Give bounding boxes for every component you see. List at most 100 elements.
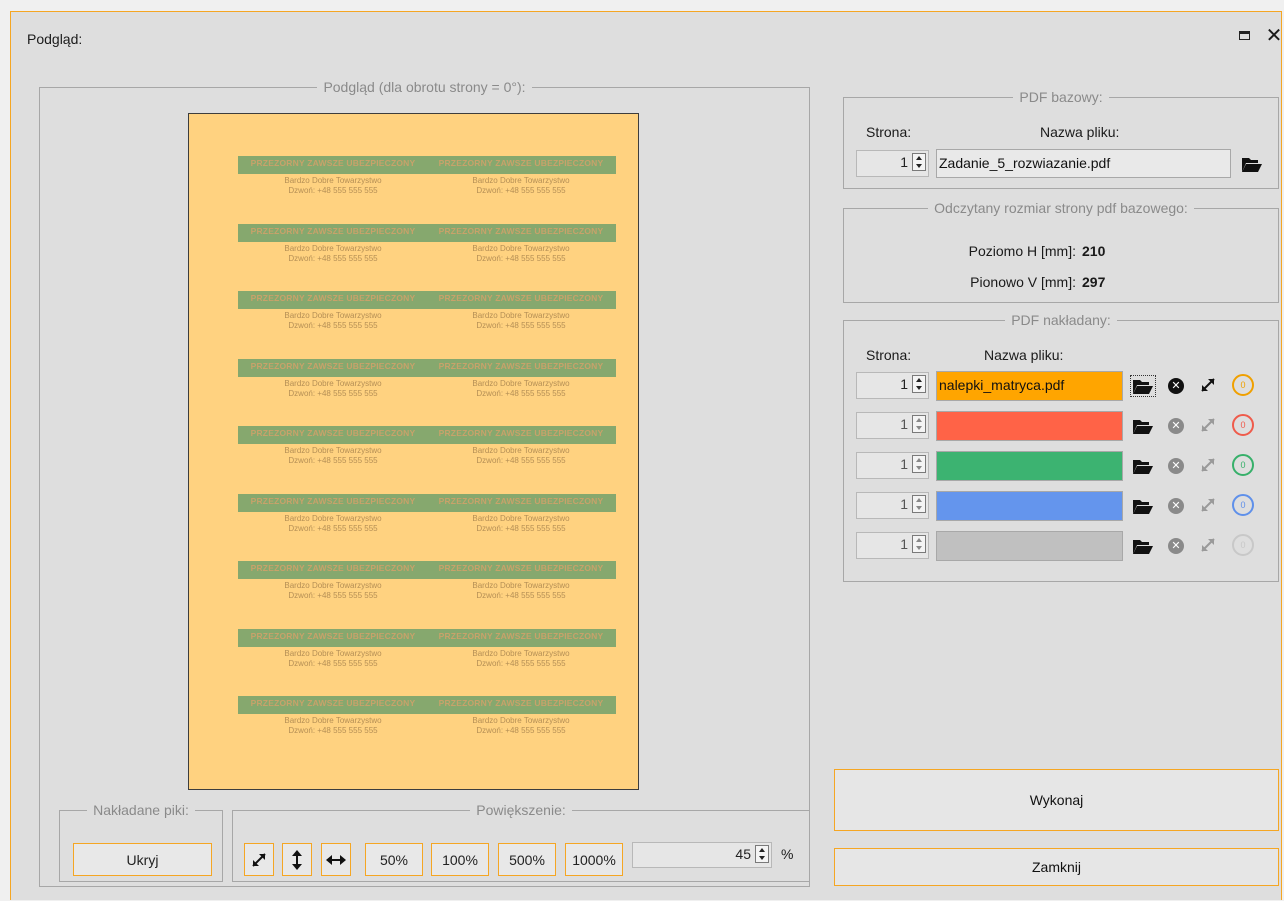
expand-icon[interactable] (1198, 455, 1218, 475)
label-phone: Dzwoń: +48 555 555 555 (476, 726, 566, 735)
fit-width-button[interactable] (321, 843, 351, 876)
zoom-group: Powiększenie: 50% 100% 500% 1000% 45 % (232, 802, 810, 882)
open-folder-icon[interactable] (1132, 497, 1154, 515)
overlay-page-spinner-arrows[interactable] (912, 455, 926, 473)
expand-icon[interactable] (1198, 535, 1218, 555)
overlay-page-spinbox[interactable]: 1 (856, 452, 929, 479)
overlay-page-spinner-arrows[interactable] (912, 495, 926, 513)
zoom-500-button[interactable]: 500% (498, 843, 556, 876)
overlay-page-spinner-arrows[interactable] (912, 535, 926, 553)
marks-count-badge[interactable]: 0 (1232, 414, 1254, 436)
remove-file-icon[interactable]: ✕ (1168, 538, 1184, 554)
label-company: Bardzo Dobre Towarzystwo (284, 648, 382, 658)
preview-page[interactable]: PRZEZORNY ZAWSZE UBEZPIECZONY PRZEZORNY Z… (188, 113, 639, 790)
overlay-file-field[interactable] (936, 451, 1123, 481)
label-title: PRZEZORNY ZAWSZE UBEZPIECZONY (438, 698, 604, 708)
label-company: Bardzo Dobre Towarzystwo (472, 513, 570, 523)
remove-file-icon[interactable]: ✕ (1168, 378, 1184, 394)
overlay-file-field[interactable] (936, 491, 1123, 521)
open-folder-icon[interactable] (1132, 417, 1154, 435)
remove-file-icon[interactable]: ✕ (1168, 418, 1184, 434)
open-folder-icon[interactable] (1130, 375, 1156, 397)
close-icon[interactable]: ✕ (1263, 26, 1284, 48)
zoom-value: 45 (735, 846, 751, 862)
overlay-page-spinner-arrows[interactable] (912, 375, 926, 393)
zoom-100-button[interactable]: 100% (431, 843, 489, 876)
marks-count-badge[interactable]: 0 (1232, 374, 1254, 396)
hide-button[interactable]: Ukryj (73, 843, 212, 876)
label-phone: Dzwoń: +48 555 555 555 (476, 186, 566, 195)
overlay-page-spinbox[interactable]: 1 (856, 532, 929, 559)
open-folder-icon[interactable] (1132, 537, 1154, 555)
remove-file-icon[interactable]: ✕ (1168, 498, 1184, 514)
fit-page-button[interactable] (244, 843, 274, 876)
label-company: Bardzo Dobre Towarzystwo (472, 581, 570, 590)
label-band: PRZEZORNY ZAWSZE UBEZPIECZONY PRZEZORNY Z… (238, 628, 616, 647)
overlay-page-spinner-arrows[interactable] (912, 415, 926, 433)
base-name-label: Nazwa pliku: (1040, 124, 1120, 140)
label-details: Bardzo Dobre Towarzystwo Bardzo Dobre Tow… (238, 446, 616, 468)
expand-icon (252, 852, 266, 867)
close-button[interactable]: Zamknij (834, 848, 1279, 886)
zoom-spinner-arrows[interactable] (755, 845, 769, 863)
zoom-spinbox[interactable]: 45 (632, 842, 772, 868)
base-page-label: Strona: (866, 124, 912, 140)
overlay-file-field[interactable] (936, 411, 1123, 441)
preview-dialog: Podgląd: ✕ Podgląd (dla obrotu strony = … (10, 11, 1282, 900)
overlay-file-field[interactable] (936, 531, 1123, 561)
base-file-field[interactable]: Zadanie_5_rozwiazanie.pdf (936, 149, 1231, 178)
overlay-name-label: Nazwa pliku: (984, 347, 1064, 363)
label-phone: Dzwoń: +48 555 555 555 (476, 658, 566, 668)
open-folder-icon[interactable] (1241, 155, 1263, 173)
label-details: Bardzo Dobre Towarzystwo Bardzo Dobre Tow… (238, 311, 616, 333)
expand-icon[interactable] (1198, 415, 1218, 435)
label-band: PRZEZORNY ZAWSZE UBEZPIECZONY PRZEZORNY Z… (238, 561, 616, 579)
base-page-spinner-arrows[interactable] (912, 153, 926, 171)
label-phone: Dzwoń: +48 555 555 555 (288, 591, 378, 600)
overlay-page-value: 1 (900, 496, 908, 512)
marks-count-badge[interactable]: 0 (1232, 534, 1254, 556)
label-phone: Dzwoń: +48 555 555 555 (288, 456, 378, 465)
remove-file-icon[interactable]: ✕ (1168, 458, 1184, 474)
label-phone: Dzwoń: +48 555 555 555 (288, 523, 378, 533)
execute-button[interactable]: Wykonaj (834, 769, 1279, 831)
label-details: Bardzo Dobre Towarzystwo Bardzo Dobre Tow… (238, 244, 616, 266)
overlay-page-value: 1 (900, 376, 908, 392)
label-details: Bardzo Dobre Towarzystwo Bardzo Dobre Tow… (238, 176, 616, 198)
label-band: PRZEZORNY ZAWSZE UBEZPIECZONY PRZEZORNY Z… (238, 156, 616, 174)
zoom-50-button[interactable]: 50% (365, 843, 423, 876)
label-company: Bardzo Dobre Towarzystwo (284, 243, 382, 253)
fit-height-button[interactable] (282, 843, 312, 876)
label-title: PRZEZORNY ZAWSZE UBEZPIECZONY (438, 495, 604, 506)
expand-icon[interactable] (1198, 375, 1218, 395)
overlay-pdf-legend: PDF nakładany: (1011, 312, 1111, 328)
label-title: PRZEZORNY ZAWSZE UBEZPIECZONY (438, 293, 604, 303)
label-phone: Dzwoń: +48 555 555 555 (476, 321, 566, 330)
label-title: PRZEZORNY ZAWSZE UBEZPIECZONY (438, 428, 604, 438)
label-title: PRZEZORNY ZAWSZE UBEZPIECZONY (250, 360, 416, 371)
label-details: Bardzo Dobre Towarzystwo Bardzo Dobre Tow… (238, 514, 616, 536)
label-company: Bardzo Dobre Towarzystwo (284, 176, 382, 185)
overlay-file-field[interactable]: nalepki_matryca.pdf (936, 371, 1123, 401)
label-title: PRZEZORNY ZAWSZE UBEZPIECZONY (250, 698, 416, 708)
maximize-icon[interactable] (1235, 26, 1257, 48)
overlay-page-spinbox[interactable]: 1 (856, 372, 929, 399)
marks-count-badge[interactable]: 0 (1232, 454, 1254, 476)
label-phone: Dzwoń: +48 555 555 555 (288, 388, 378, 398)
overlay-marks-group: Nakładane piki: Ukryj (59, 802, 223, 882)
label-company: Bardzo Dobre Towarzystwo (472, 176, 570, 185)
overlay-page-spinbox[interactable]: 1 (856, 492, 929, 519)
marks-count-badge[interactable]: 0 (1232, 494, 1254, 516)
open-folder-icon[interactable] (1132, 457, 1154, 475)
label-title: PRZEZORNY ZAWSZE UBEZPIECZONY (250, 225, 416, 236)
label-title: PRZEZORNY ZAWSZE UBEZPIECZONY (250, 428, 416, 438)
label-title: PRZEZORNY ZAWSZE UBEZPIECZONY (438, 225, 604, 236)
label-band: PRZEZORNY ZAWSZE UBEZPIECZONY PRZEZORNY Z… (238, 358, 616, 377)
label-band: PRZEZORNY ZAWSZE UBEZPIECZONY PRZEZORNY Z… (238, 291, 616, 309)
zoom-1000-button[interactable]: 1000% (565, 843, 623, 876)
overlay-page-spinbox[interactable]: 1 (856, 412, 929, 439)
label-title: PRZEZORNY ZAWSZE UBEZPIECZONY (250, 630, 416, 641)
base-page-spinbox[interactable]: 1 (856, 150, 929, 177)
horizontal-label: Poziomo H [mm]: (968, 243, 1076, 259)
expand-icon[interactable] (1198, 495, 1218, 515)
